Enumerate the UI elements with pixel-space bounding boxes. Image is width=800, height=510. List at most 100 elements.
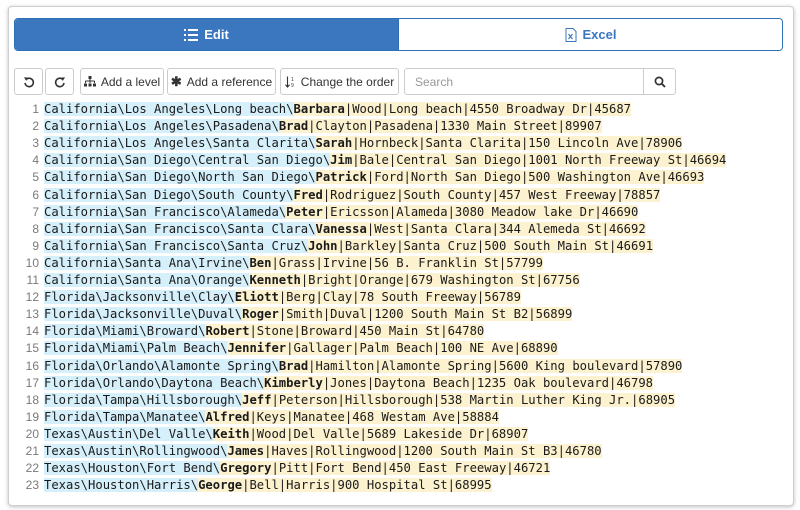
search-button[interactable] xyxy=(643,68,676,95)
record-name: George xyxy=(198,478,243,493)
line-content: Florida\Miami\Palm Beach\Jennifer|Gallag… xyxy=(44,340,558,357)
line-content: California\Los Angeles\Pasadena\Brad|Cla… xyxy=(44,118,602,135)
record-name: Gregory xyxy=(220,461,272,476)
record-fields: |Bale|Central San Diego|1001 North Freew… xyxy=(352,153,727,168)
record-fields: |Grass|Irvine|56 B. Franklin St|57799 xyxy=(271,255,543,270)
toolbar: Add a level ✱ Add a reference 1 9 Change… xyxy=(14,68,784,95)
line-content: Florida\Orlando\Daytona Beach\Kimberly|J… xyxy=(44,375,654,392)
line-content: Florida\Jacksonville\Duval\Roger|Smith|D… xyxy=(44,306,573,323)
record-fields: |Ford|North San Diego|500 Washington Ave… xyxy=(366,170,705,185)
line-number: 22 xyxy=(25,461,39,476)
line-number: 11 xyxy=(26,273,39,287)
record-path: Texas\Houston\Fort Bend\ xyxy=(44,461,221,476)
record-path: Florida\Miami\Broward\ xyxy=(44,324,206,339)
line-number: 3 xyxy=(32,136,39,151)
record-name: Barbara xyxy=(293,102,345,116)
add-level-button[interactable]: Add a level xyxy=(80,68,164,95)
record-path: California\San Diego\South County\ xyxy=(44,187,294,202)
record-fields: |Keys|Manatee|468 Westam Ave|58884 xyxy=(249,409,499,424)
record-path: Florida\Jacksonville\Clay\ xyxy=(44,290,235,305)
list-icon xyxy=(184,28,199,41)
record-fields: |Barkley|Santa Cruz|500 South Main St|46… xyxy=(337,238,654,253)
line-number: 7 xyxy=(32,204,39,219)
line-content: California\Los Angeles\Santa Clarita\Sar… xyxy=(44,135,683,152)
record-path: Florida\Orlando\Alamonte Spring\ xyxy=(44,358,279,373)
record-fields: |Hamilton|Alamonte Spring|5600 King boul… xyxy=(308,358,683,373)
record-name: Kimberly xyxy=(264,375,323,390)
line-content: Florida\Orlando\Alamonte Spring\Brad|Ham… xyxy=(44,358,683,375)
code-editor[interactable]: 1 California\Los Angeles\Long beach\Barba… xyxy=(9,99,791,503)
add-level-label: Add a level xyxy=(100,74,161,89)
asterisk-icon: ✱ xyxy=(170,73,182,89)
line-number: 20 xyxy=(25,426,39,441)
record-path: Texas\Austin\Rollingwood\ xyxy=(44,444,228,458)
record-name: Kenneth xyxy=(249,273,301,287)
record-fields: |Berg|Clay|78 South Freeway|56789 xyxy=(278,290,521,305)
sort-order-icon: 1 9 xyxy=(284,76,296,88)
record-fields: |Hornbeck|Santa Clarita|150 Lincoln Ave|… xyxy=(352,136,683,151)
record-name: Keith xyxy=(212,426,250,441)
tab-excel[interactable]: Excel xyxy=(398,19,782,50)
record-name: Eliott xyxy=(234,290,279,305)
editor-window: Edit Excel Add a level ✱ Add a reference… xyxy=(8,6,794,506)
line-number: 13 xyxy=(25,307,39,322)
line-number: 8 xyxy=(32,221,39,236)
line-number: 2 xyxy=(32,119,39,134)
record-name: James xyxy=(227,444,265,458)
record-path: Florida\Tampa\Hillsborough\ xyxy=(44,392,243,407)
line-number: 6 xyxy=(32,187,39,202)
line-number: 10 xyxy=(25,255,39,270)
line-content: Florida\Jacksonville\Clay\Eliott|Berg|Cl… xyxy=(44,289,521,306)
line-number: 23 xyxy=(25,478,39,493)
record-path: California\San Diego\Central San Diego\ xyxy=(44,153,331,168)
line-content: Texas\Houston\Harris\George|Bell|Harris|… xyxy=(44,477,492,494)
record-fields: |Stone|Broward|450 Main St|64780 xyxy=(249,324,485,339)
record-name: Alfred xyxy=(205,409,250,424)
line-content: Texas\Austin\Del Valle\Keith|Wood|Del Va… xyxy=(44,426,529,443)
record-fields: |Bright|Orange|679 Washington St|67756 xyxy=(300,273,580,287)
line-number: 14 xyxy=(25,324,39,339)
record-name: Brad xyxy=(278,119,309,134)
line-content: California\Los Angeles\Long beach\Barbar… xyxy=(44,101,632,118)
tab-edit[interactable]: Edit xyxy=(15,19,398,50)
redo-button[interactable] xyxy=(45,68,74,95)
record-path: California\Los Angeles\Pasadena\ xyxy=(44,119,279,134)
record-path: California\Santa Ana\Irvine\ xyxy=(44,255,250,270)
record-fields: |Peterson|Hillsborough|538 Martin Luther… xyxy=(271,392,676,407)
line-content: California\San Diego\North San Diego\Pat… xyxy=(44,169,705,186)
undo-button[interactable] xyxy=(14,68,43,95)
record-fields: |Haves|Rollingwood|1200 South Main St B3… xyxy=(264,444,602,458)
add-reference-button[interactable]: ✱ Add a reference xyxy=(167,68,276,95)
record-fields: |Clayton|Pasadena|1330 Main Street|89907 xyxy=(308,119,602,134)
record-fields: |Gallager|Palm Beach|100 NE Ave|68890 xyxy=(286,341,558,356)
line-content: Florida\Tampa\Hillsborough\Jeff|Peterson… xyxy=(44,392,676,409)
line-number: 17 xyxy=(25,375,39,390)
search-icon xyxy=(654,76,666,88)
search-input[interactable] xyxy=(404,68,644,95)
record-path: Florida\Orlando\Daytona Beach\ xyxy=(44,375,265,390)
line-number: 12 xyxy=(25,290,39,305)
record-path: California\Los Angeles\Santa Clarita\ xyxy=(44,136,316,151)
record-fields: |Wood|Long beach|4550 Broadway Dr|45687 xyxy=(344,102,632,116)
excel-file-icon xyxy=(565,27,577,42)
line-number: 16 xyxy=(25,358,39,373)
add-reference-label: Add a reference xyxy=(186,74,273,89)
line-number: 15 xyxy=(25,341,39,356)
line-number: 5 xyxy=(32,170,39,185)
record-path: California\San Francisco\Santa Cruz\ xyxy=(44,238,309,253)
record-name: Jim xyxy=(330,153,353,168)
change-order-label: Change the order xyxy=(300,74,395,89)
record-fields: |Smith|Duval|1200 South Main St B2|56899 xyxy=(278,307,573,322)
record-path: Texas\Austin\Del Valle\ xyxy=(44,426,213,441)
line-content: Texas\Houston\Fort Bend\Gregory|Pitt|For… xyxy=(44,460,551,477)
line-number: 1 xyxy=(32,102,39,116)
line-content: California\San Diego\South County\Fred|R… xyxy=(44,187,661,204)
line-content: California\San Francisco\Santa Clara\Van… xyxy=(44,221,646,238)
record-name: Vanessa xyxy=(315,221,367,236)
record-name: Ben xyxy=(249,255,272,270)
svg-text:9: 9 xyxy=(291,83,294,88)
line-content: California\San Diego\Central San Diego\J… xyxy=(44,152,727,169)
change-order-button[interactable]: 1 9 Change the order xyxy=(280,68,399,95)
record-path: California\San Francisco\Alameda\ xyxy=(44,204,287,219)
record-fields: |Jones|Daytona Beach|1235 Oak boulevard|… xyxy=(322,375,654,390)
